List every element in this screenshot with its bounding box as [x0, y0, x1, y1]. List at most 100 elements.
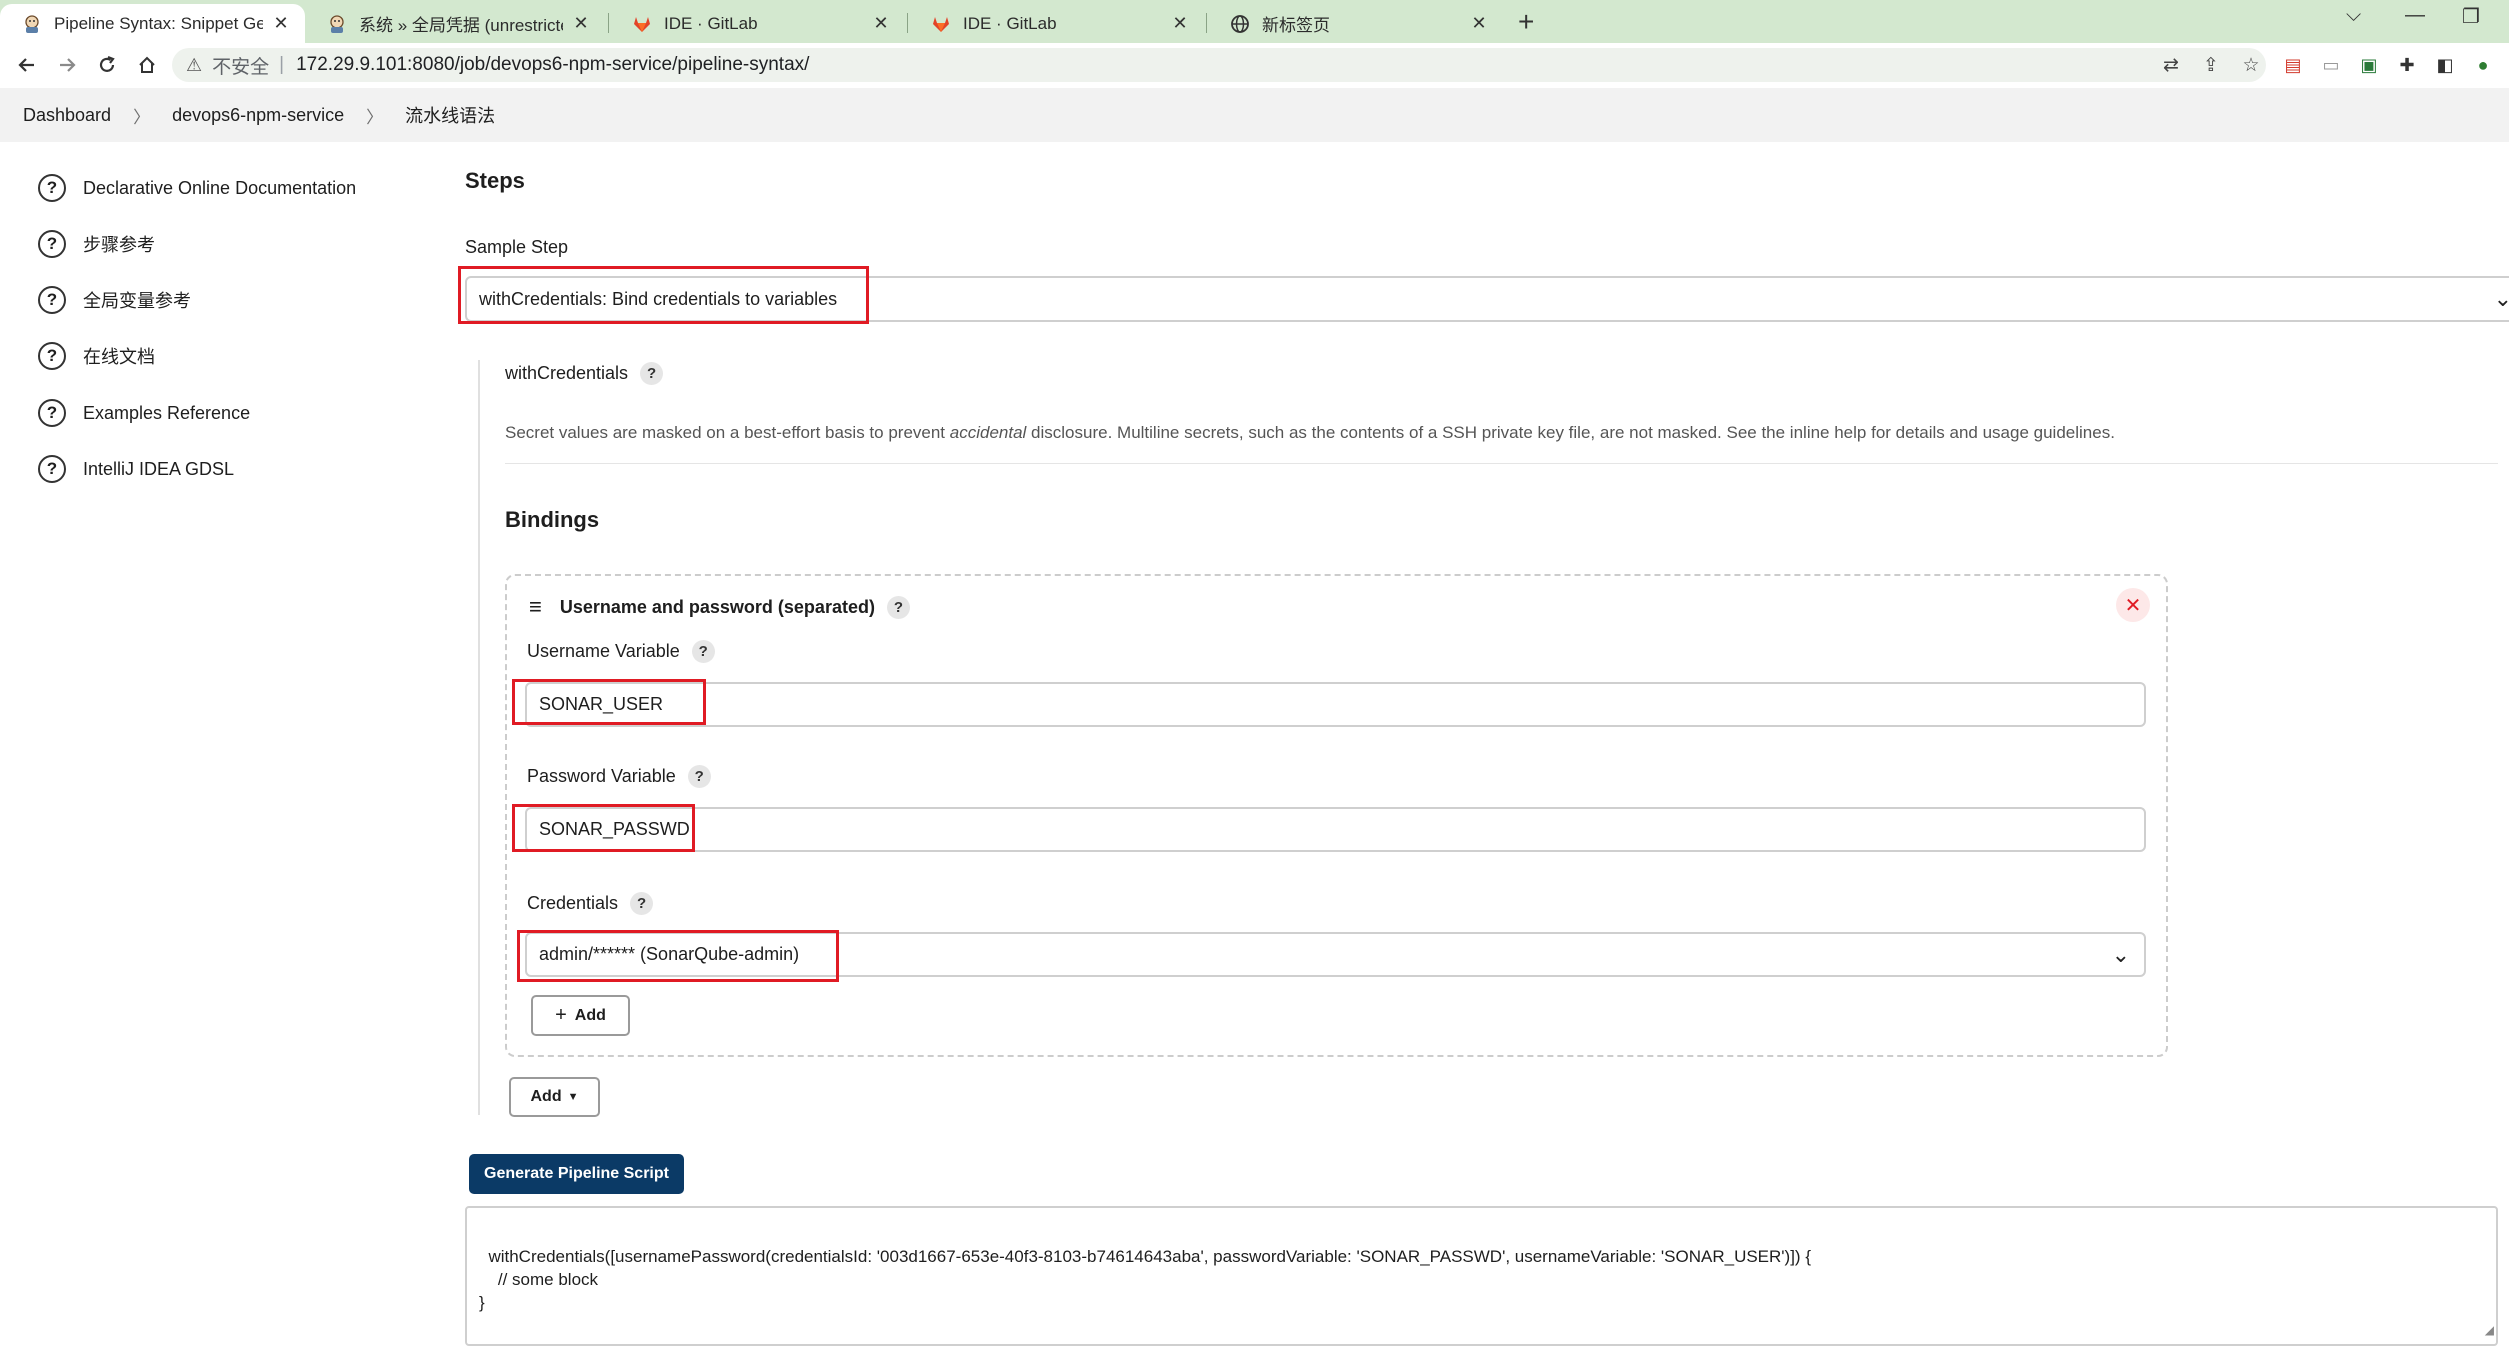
bookmark-star-icon[interactable]: ☆	[2236, 50, 2266, 80]
sidebar-item-examples-reference[interactable]: ? Examples Reference	[38, 399, 250, 427]
chevron-down-icon: ⌄	[2111, 941, 2130, 967]
username-variable-input[interactable]: SONAR_USER	[525, 682, 2146, 727]
credentials-value: admin/****** (SonarQube-admin)	[539, 944, 800, 964]
step-name-label: withCredentials ?	[505, 362, 664, 385]
desc-after: disclosure. Multiline secrets, such as t…	[1026, 423, 2115, 442]
address-bar-actions: ⇄ ⇪ ☆	[2146, 48, 2266, 82]
new-tab-plus-icon[interactable]: +	[1518, 6, 1534, 38]
sample-step-select[interactable]: withCredentials: Bind credentials to var…	[465, 276, 2509, 322]
sample-step-label: Sample Step	[465, 237, 569, 257]
extensions-puzzle-icon[interactable]: ✚	[2394, 52, 2420, 78]
chevron-right-icon: 〉	[366, 107, 384, 127]
back-arrow-icon[interactable]	[12, 50, 42, 80]
sidebar-item-label: IntelliJ IDEA GDSL	[83, 458, 235, 479]
help-icon[interactable]: ?	[640, 362, 664, 385]
username-variable-label-text: Username Variable	[527, 641, 680, 661]
minimize-icon[interactable]: —	[2405, 4, 2425, 27]
close-tab-icon[interactable]: ✕	[571, 13, 591, 34]
jenkins-icon	[22, 14, 42, 34]
generated-script-textarea[interactable]: withCredentials([usernamePassword(creden…	[465, 1206, 2498, 1346]
breadcrumb: Dashboard 〉 devops6-npm-service 〉 流水线语法	[0, 88, 2509, 142]
password-variable-label-text: Password Variable	[527, 766, 676, 786]
gitlab-icon	[632, 14, 652, 34]
gitlab-icon	[931, 14, 951, 34]
sidebar-item-label: 步骤参考	[83, 235, 155, 255]
tab-label: 系统 » 全局凭据 (unrestricted)	[359, 16, 563, 35]
browser-tab-global-credentials[interactable]: 系统 » 全局凭据 (unrestricted) ✕	[305, 4, 605, 43]
close-tab-icon[interactable]: ✕	[1469, 13, 1489, 34]
credentials-select[interactable]: admin/****** (SonarQube-admin) ⌄	[525, 932, 2146, 977]
help-icon[interactable]: ?	[691, 640, 715, 663]
tab-separator	[1206, 13, 1207, 33]
close-tab-icon[interactable]: ✕	[1170, 13, 1190, 34]
extension-gray-icon[interactable]: ▭	[2318, 52, 2344, 78]
password-variable-input[interactable]: SONAR_PASSWD	[525, 807, 2146, 852]
browser-tab-new-tab[interactable]: 新标签页 ✕	[1208, 4, 1503, 43]
globe-icon	[1230, 14, 1250, 34]
close-tab-icon[interactable]: ✕	[271, 13, 291, 34]
generated-script-text: withCredentials([usernamePassword(creden…	[479, 1247, 1811, 1312]
help-icon[interactable]: ?	[630, 892, 654, 915]
add-credential-button[interactable]: + Add	[531, 995, 630, 1036]
side-panel-icon[interactable]: ◧	[2432, 52, 2458, 78]
profile-avatar-icon[interactable]: ●	[2470, 52, 2496, 78]
security-label[interactable]: 不安全	[212, 52, 269, 79]
browser-tab-strip: Pipeline Syntax: Snippet Gene ✕ 系统 » 全局凭…	[0, 0, 2509, 43]
browser-tab-gitlab-1[interactable]: IDE · GitLab ✕	[610, 4, 905, 43]
username-variable-label: Username Variable ?	[527, 640, 715, 663]
add-credential-label: Add	[574, 1006, 606, 1024]
tab-search-chevron-icon[interactable]: ⌵	[2346, 4, 2361, 27]
sidebar-item-steps-reference[interactable]: ? 步骤参考	[38, 230, 155, 258]
sample-step-value: withCredentials: Bind credentials to var…	[479, 288, 838, 309]
close-tab-icon[interactable]: ✕	[871, 13, 891, 34]
tab-separator	[608, 13, 609, 33]
url-text[interactable]: 172.29.9.101:8080/job/devops6-npm-servic…	[296, 54, 809, 76]
breadcrumb-job[interactable]: devops6-npm-service	[172, 105, 344, 126]
sidebar-item-online-docs[interactable]: ? 在线文档	[38, 342, 155, 370]
forward-arrow-icon[interactable]	[52, 50, 82, 80]
password-variable-label: Password Variable ?	[527, 765, 711, 788]
home-icon[interactable]	[132, 50, 162, 80]
add-binding-button[interactable]: Add ▼	[509, 1077, 600, 1117]
help-icon[interactable]: ?	[886, 595, 910, 619]
add-binding-label: Add	[530, 1088, 562, 1105]
tab-label: Pipeline Syntax: Snippet Gene	[54, 13, 263, 33]
breadcrumb-pipeline-syntax[interactable]: 流水线语法	[405, 102, 495, 128]
divider	[505, 463, 2498, 464]
sidebar-item-intellij-gdsl[interactable]: ? IntelliJ IDEA GDSL	[38, 455, 234, 483]
breadcrumb-dashboard[interactable]: Dashboard	[23, 105, 111, 126]
sidebar-item-label: Declarative Online Documentation	[83, 177, 357, 198]
credentials-label: Credentials ?	[527, 892, 654, 915]
translate-icon[interactable]: ⇄	[2156, 50, 2186, 80]
browser-tab-gitlab-2[interactable]: IDE · GitLab ✕	[909, 4, 1204, 43]
help-icon[interactable]: ?	[687, 765, 711, 788]
tab-separator	[907, 13, 908, 33]
help-circle-icon: ?	[38, 174, 66, 202]
step-config-indent-line	[478, 360, 480, 1115]
tab-label: IDE · GitLab	[664, 13, 758, 33]
address-bar[interactable]: ⚠ 不安全 | 172.29.9.101:8080/job/devops6-np…	[172, 48, 2266, 82]
drag-handle-icon[interactable]: ≡	[529, 594, 542, 620]
browser-tab-pipeline-syntax[interactable]: Pipeline Syntax: Snippet Gene ✕	[0, 4, 305, 43]
restore-icon[interactable]: ❐	[2462, 4, 2480, 29]
help-circle-icon: ?	[38, 455, 66, 483]
remove-binding-close-icon[interactable]: ✕	[2116, 588, 2150, 622]
password-variable-value: SONAR_PASSWD	[539, 819, 690, 839]
help-circle-icon: ?	[38, 342, 66, 370]
share-icon[interactable]: ⇪	[2196, 50, 2226, 80]
chevron-right-icon: 〉	[133, 107, 151, 127]
desc-before: Secret values are masked on a best-effor…	[505, 423, 950, 442]
reload-icon[interactable]	[92, 50, 122, 80]
username-variable-value: SONAR_USER	[539, 694, 664, 714]
plus-icon: +	[555, 1004, 567, 1026]
steps-heading: Steps	[465, 168, 525, 193]
generate-pipeline-script-button[interactable]: Generate Pipeline Script	[469, 1154, 684, 1194]
extension-red-icon[interactable]: ▤	[2280, 52, 2306, 78]
warning-triangle-icon[interactable]: ⚠	[186, 55, 202, 76]
resize-handle-icon[interactable]: ◢	[2485, 1319, 2494, 1342]
extension-green-badge-icon[interactable]: ▣	[2356, 52, 2382, 78]
sidebar-item-global-variables[interactable]: ? 全局变量参考	[38, 286, 191, 314]
step-name-text: withCredentials	[505, 363, 629, 383]
desc-emphasis: accidental	[949, 423, 1027, 442]
sidebar-item-declarative-docs[interactable]: ? Declarative Online Documentation	[38, 174, 356, 202]
